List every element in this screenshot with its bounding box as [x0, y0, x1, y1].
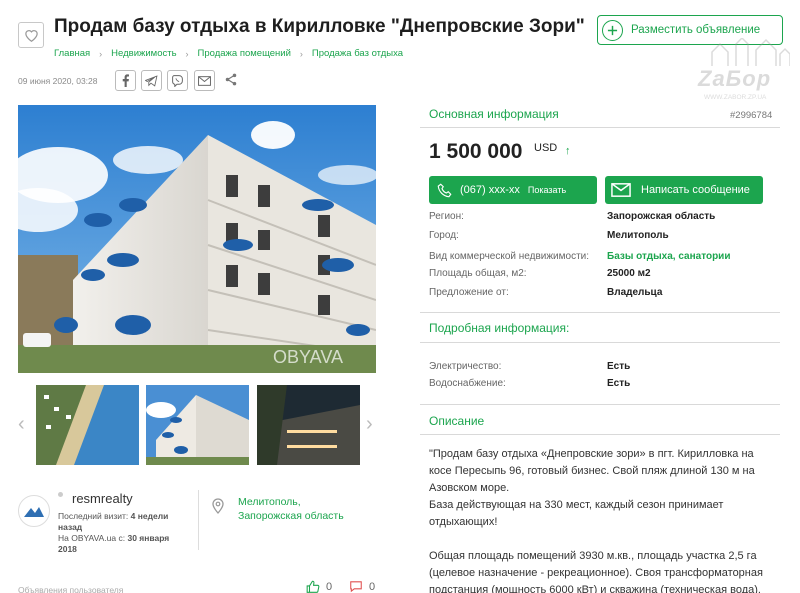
divider	[420, 404, 780, 405]
divider	[420, 342, 780, 343]
photo-watermark: OBYAVA	[273, 347, 343, 367]
details-title: Подробная информация:	[429, 321, 570, 335]
description-title: Описание	[429, 414, 485, 428]
watermark-url: WWW.ZABOR.ZP.UA	[704, 94, 767, 101]
watermark-brand: ZaБор	[698, 66, 772, 91]
region-value: Запорожская область	[607, 211, 716, 222]
description-text: "Продам базу отдыха «Днепровские зори» в…	[429, 446, 779, 593]
location-pin-icon	[212, 498, 224, 519]
last-visit-label: Последний визит:	[58, 511, 129, 521]
thumbnail-building[interactable]	[146, 385, 249, 465]
property-type-value[interactable]: Базы отдыха, санатории	[607, 251, 730, 262]
main-photo[interactable]: OBYAVA	[18, 105, 376, 373]
divider	[420, 312, 780, 313]
thumbnail-beach[interactable]	[36, 385, 139, 465]
seller-location[interactable]: Мелитополь, Запорожская область	[238, 495, 344, 523]
phone-icon	[437, 183, 452, 197]
arrow-up-icon: ↑	[565, 145, 571, 157]
show-phone-button[interactable]: (067) xxx-xx Показать	[429, 176, 597, 204]
main-info-title: Основная информация	[429, 107, 559, 121]
offer-from-value: Владельца	[607, 287, 663, 298]
online-status-dot	[58, 492, 63, 497]
thumbnail-night[interactable]	[257, 385, 360, 465]
seller-avatar[interactable]	[18, 495, 50, 527]
chevron-right-icon: ›	[185, 48, 189, 59]
email-icon	[198, 75, 211, 86]
water-label: Водоснабжение:	[429, 378, 506, 389]
post-ad-label: Разместить объявление	[631, 24, 761, 36]
electricity-label: Электричество:	[429, 361, 502, 372]
gallery-next-button[interactable]: ›	[366, 413, 373, 436]
user-ads-link[interactable]: Объявления пользователя	[18, 585, 123, 593]
location-region: Запорожская область	[238, 510, 344, 522]
chevron-right-icon: ›	[366, 413, 373, 435]
price: 1 500 000	[429, 140, 523, 163]
seller-last-visit: Последний визит: 4 недели назад	[58, 511, 183, 533]
chevron-left-icon: ‹	[18, 413, 25, 435]
location-city: Мелитополь,	[238, 496, 301, 508]
comment-button[interactable]: 0	[349, 580, 375, 593]
phone-number: (067) xxx-xx	[460, 184, 520, 196]
description-paragraph: Общая площадь помещений 3930 м.кв., площ…	[429, 550, 763, 593]
water-value: Есть	[607, 378, 631, 389]
plus-icon	[602, 19, 623, 41]
offer-from-label: Предложение от:	[429, 287, 509, 298]
city-value: Мелитополь	[607, 230, 669, 241]
viber-icon	[172, 75, 183, 87]
facebook-icon	[122, 74, 129, 87]
since-label: На OBYAVA.ua с:	[58, 533, 126, 543]
thumbs-up-icon	[306, 580, 320, 593]
like-count: 0	[326, 580, 333, 593]
divider	[198, 490, 199, 550]
currency: USD	[534, 142, 558, 154]
breadcrumb: Главная › Недвижимость › Продажа помещен…	[54, 48, 403, 59]
facebook-share-button[interactable]	[115, 70, 136, 91]
viber-share-button[interactable]	[167, 70, 188, 91]
comment-icon	[350, 581, 362, 593]
seller-name[interactable]: resmrealty	[72, 491, 133, 506]
divider	[420, 127, 780, 128]
telegram-share-button[interactable]	[141, 70, 162, 91]
share-button[interactable]	[224, 72, 238, 92]
telegram-icon	[145, 74, 158, 87]
show-phone-label: Показать	[527, 185, 567, 195]
share-icon	[225, 73, 237, 86]
seller-since: На OBYAVA.ua с: 30 января 2018	[58, 533, 183, 555]
gallery-prev-button[interactable]: ‹	[18, 413, 25, 436]
write-message-label: Написать сообщение	[641, 184, 750, 196]
comment-count: 0	[369, 580, 376, 593]
property-type-label: Вид коммерческой недвижимости:	[429, 251, 590, 262]
email-share-button[interactable]	[194, 70, 215, 91]
area-value: 25000 м2	[607, 268, 651, 279]
post-date: 09 июня 2020, 03:28	[18, 76, 98, 86]
ad-id: #2996784	[730, 110, 773, 121]
area-label: Площадь общая, м2:	[429, 268, 527, 279]
breadcrumb-recreation[interactable]: Продажа баз отдыха	[312, 48, 403, 59]
write-message-button[interactable]: Написать сообщение	[605, 176, 763, 204]
region-label: Регион:	[429, 211, 464, 222]
breadcrumb-realty[interactable]: Недвижимость	[111, 48, 176, 59]
chevron-right-icon: ›	[99, 48, 103, 59]
heart-icon	[24, 30, 38, 42]
breadcrumb-home[interactable]: Главная	[54, 48, 90, 59]
favorite-button[interactable]	[18, 22, 44, 48]
site-watermark: ZaБор WWW.ZABOR.ZP.UA	[690, 38, 800, 108]
electricity-value: Есть	[607, 361, 631, 372]
chevron-right-icon: ›	[299, 48, 303, 59]
breadcrumb-premises[interactable]: Продажа помещений	[198, 48, 291, 59]
description-paragraph: "Продам базу отдыха «Днепровские зори» в…	[429, 448, 755, 528]
like-button[interactable]: 0	[306, 580, 332, 593]
divider	[420, 434, 780, 435]
page-title: Продам базу отдыха в Кирилловке "Днепров…	[54, 16, 585, 37]
envelope-icon	[611, 183, 631, 197]
city-label: Город:	[429, 230, 459, 241]
